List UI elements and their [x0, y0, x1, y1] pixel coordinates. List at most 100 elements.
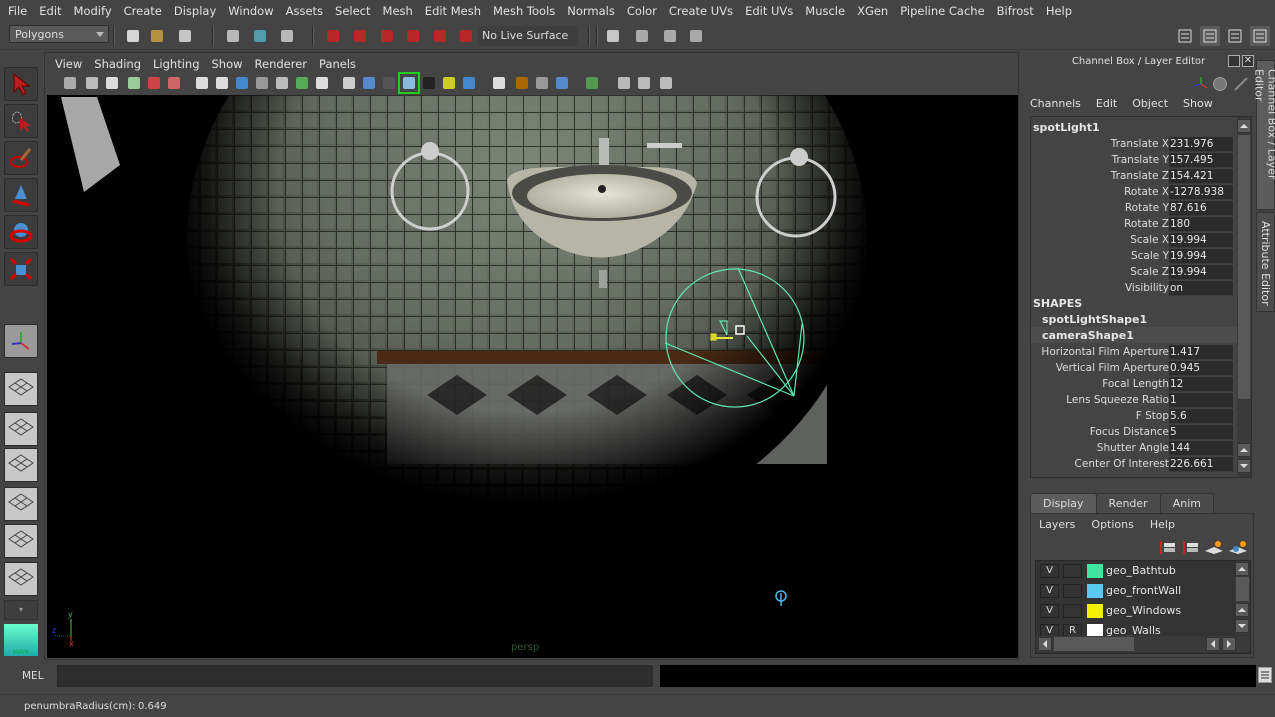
shadows-icon[interactable]: [460, 74, 478, 92]
channel-value[interactable]: 5: [1169, 425, 1233, 440]
channel-row[interactable]: Translate X 231.976: [1031, 137, 1241, 153]
channel-label[interactable]: Center Of Interest: [1075, 458, 1169, 470]
channel-menu-channels[interactable]: Channels: [1030, 97, 1081, 110]
motion-blur-icon[interactable]: [513, 74, 531, 92]
field-chart-icon[interactable]: [253, 74, 271, 92]
menu-color[interactable]: Color: [621, 4, 663, 18]
channel-label[interactable]: Visibility: [1125, 282, 1169, 294]
hypershade-icon[interactable]: [686, 26, 706, 46]
wireframe-icon[interactable]: [340, 74, 358, 92]
panel-menu-view[interactable]: View: [49, 57, 88, 71]
channel-value[interactable]: 1: [1169, 393, 1233, 408]
menu-muscle[interactable]: Muscle: [799, 4, 851, 18]
bookmarks-icon[interactable]: [103, 74, 121, 92]
2d-pan-zoom-icon[interactable]: [145, 74, 163, 92]
menu-window[interactable]: Window: [222, 4, 279, 18]
script-editor-icon[interactable]: [1258, 667, 1272, 683]
smooth-shade-icon[interactable]: [360, 74, 378, 92]
depth-of-field-icon[interactable]: [553, 74, 571, 92]
layer-tab-anim[interactable]: Anim: [1159, 493, 1214, 513]
layer-name[interactable]: geo_Windows: [1106, 604, 1181, 617]
layer-list-scrollbar[interactable]: [1235, 561, 1250, 635]
new-scene-icon[interactable]: [123, 26, 143, 46]
camera-attributes-icon[interactable]: [61, 74, 79, 92]
open-scene-icon[interactable]: [147, 26, 167, 46]
panel-menu-lighting[interactable]: Lighting: [147, 57, 205, 71]
xray-components-icon[interactable]: [635, 74, 653, 92]
layer-scroll-up-button-2[interactable]: [1235, 603, 1249, 617]
channel-value[interactable]: 19.994: [1169, 249, 1233, 264]
channel-value[interactable]: 154.421: [1169, 169, 1233, 184]
film-gate-icon[interactable]: [165, 74, 183, 92]
channel-value[interactable]: 231.976: [1169, 137, 1233, 152]
move-layer-down-icon[interactable]: [1181, 539, 1199, 555]
layer-visibility-toggle[interactable]: V: [1040, 584, 1059, 598]
four-view-layout-icon[interactable]: [4, 412, 38, 446]
channel-label[interactable]: Scale X: [1130, 234, 1169, 246]
layer-scroll-up-button[interactable]: [1235, 562, 1249, 576]
channel-row[interactable]: Rotate Y 87.616: [1031, 201, 1241, 217]
float-panel-icon[interactable]: [1228, 55, 1240, 67]
channel-box-scrollbar[interactable]: [1237, 117, 1251, 477]
menu-mesh[interactable]: Mesh: [377, 4, 419, 18]
hud-text-icon[interactable]: [313, 74, 331, 92]
tab-channel-box[interactable]: Channel Box / Layer Editor: [1253, 60, 1275, 210]
channel-value[interactable]: 180: [1169, 217, 1233, 232]
xray-icon[interactable]: [398, 72, 420, 94]
channel-label[interactable]: Scale Z: [1130, 266, 1169, 278]
layer-scroll-down-button[interactable]: [1235, 619, 1249, 633]
layer-display-type-toggle[interactable]: [1063, 584, 1082, 598]
tab-attribute-editor[interactable]: Attribute Editor: [1256, 212, 1275, 312]
channel-row[interactable]: Focus Distance 5: [1031, 425, 1241, 441]
channel-label[interactable]: Rotate Z: [1124, 218, 1169, 230]
viewport-2-icon[interactable]: [657, 74, 675, 92]
channel-row[interactable]: Lens Squeeze Ratio 1: [1031, 393, 1241, 409]
channel-row[interactable]: Translate Y 157.495: [1031, 153, 1241, 169]
channel-row[interactable]: Horizontal Film Aperture 1.417: [1031, 345, 1241, 361]
channel-box-toggle-icon[interactable]: [1250, 26, 1270, 46]
layer-menu-options[interactable]: Options: [1091, 518, 1133, 531]
command-input[interactable]: [57, 665, 653, 687]
scroll-up-button-2[interactable]: [1237, 443, 1251, 457]
menu-file[interactable]: File: [2, 4, 33, 18]
channel-row[interactable]: Vertical Film Aperture 0.945: [1031, 361, 1241, 377]
scroll-left-button[interactable]: [1038, 637, 1052, 651]
lasso-tool-icon[interactable]: [4, 104, 38, 138]
select-by-object-icon[interactable]: [250, 26, 270, 46]
layer-menu-help[interactable]: Help: [1150, 518, 1175, 531]
menu-edit-uvs[interactable]: Edit UVs: [739, 4, 799, 18]
panel-menu-panels[interactable]: Panels: [313, 57, 362, 71]
create-layer-from-selected-icon[interactable]: [1228, 539, 1248, 555]
layer-scrollbar-thumb[interactable]: [1236, 577, 1249, 601]
object-name[interactable]: spotLight1: [1033, 121, 1100, 134]
menu-display[interactable]: Display: [168, 4, 222, 18]
grid-toggle-icon[interactable]: [193, 74, 211, 92]
layer-color-swatch[interactable]: [1087, 584, 1103, 598]
channel-value[interactable]: 19.994: [1169, 233, 1233, 248]
select-by-component-icon[interactable]: [277, 26, 297, 46]
channel-label[interactable]: Scale Y: [1131, 250, 1169, 262]
shape-node-spotlight[interactable]: spotLightShape1: [1042, 313, 1147, 326]
panel-menu-shading[interactable]: Shading: [88, 57, 147, 71]
channel-label[interactable]: Lens Squeeze Ratio: [1066, 394, 1169, 406]
modeling-toolkit-icon[interactable]: [1175, 26, 1195, 46]
anti-aliasing-icon[interactable]: [533, 74, 551, 92]
channel-row[interactable]: Center Of Interest 226.661: [1031, 457, 1241, 473]
safe-title-icon[interactable]: [293, 74, 311, 92]
menu-create[interactable]: Create: [118, 4, 168, 18]
outliner-persp-layout-icon[interactable]: [4, 448, 38, 482]
layer-tab-display[interactable]: Display: [1030, 493, 1097, 513]
gate-mask-icon[interactable]: [233, 74, 251, 92]
channel-label[interactable]: Horizontal Film Aperture: [1041, 346, 1169, 358]
shape-node-camera[interactable]: cameraShape1: [1042, 329, 1134, 342]
layer-color-swatch[interactable]: [1087, 564, 1103, 578]
horizontal-scroll-thumb[interactable]: [1054, 637, 1134, 651]
menu-pipeline-cache[interactable]: Pipeline Cache: [894, 4, 990, 18]
layer-display-type-toggle[interactable]: [1063, 564, 1082, 578]
channel-value[interactable]: 0.945: [1169, 361, 1233, 376]
use-all-lights-icon[interactable]: [440, 74, 458, 92]
channel-label[interactable]: Focal Length: [1102, 378, 1169, 390]
scrollbar-thumb[interactable]: [1238, 135, 1250, 399]
ipr-render-icon[interactable]: [660, 26, 680, 46]
make-live-icon[interactable]: [456, 26, 476, 46]
